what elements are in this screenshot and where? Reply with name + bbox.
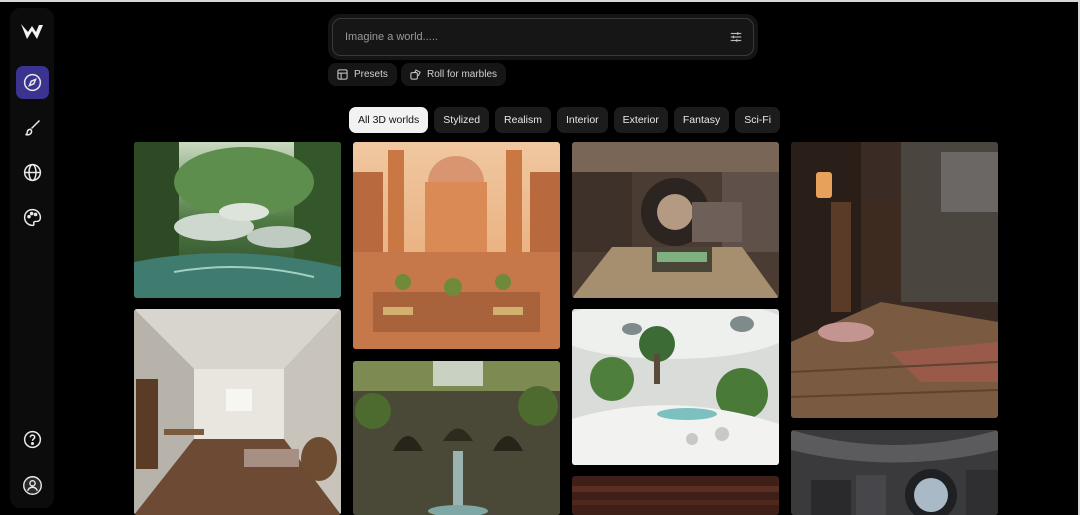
roll-for-marbles-button[interactable]: Roll for marbles (401, 63, 507, 86)
world-card-forest-lagoon[interactable] (134, 142, 341, 298)
world-card-white-garden[interactable] (572, 309, 779, 465)
roll-label: Roll for marbles (427, 69, 498, 80)
presets-button[interactable]: Presets (328, 63, 397, 86)
palette-icon (23, 208, 42, 227)
tab-fantasy[interactable]: Fantasy (673, 107, 730, 133)
sidebar (10, 8, 54, 508)
world-card-wooden-room[interactable] (572, 476, 779, 515)
tab-interior[interactable]: Interior (556, 107, 608, 133)
world-card-palace[interactable] (353, 142, 560, 349)
category-tabs: All 3D worlds Stylized Realism Interior … (349, 107, 781, 133)
layout-icon (337, 69, 348, 80)
sliders-icon[interactable] (729, 30, 743, 44)
sidebar-item-explore[interactable] (16, 66, 49, 99)
search-input[interactable] (345, 31, 729, 43)
tab-stylized[interactable]: Stylized (434, 107, 490, 133)
world-card-scifi-porthole[interactable] (791, 430, 998, 515)
paintbrush-icon (25, 119, 41, 136)
marble-logo-icon[interactable] (20, 22, 44, 42)
dice-icon (410, 69, 421, 80)
profile-button[interactable] (16, 469, 49, 502)
world-card-old-library[interactable] (791, 142, 998, 418)
compass-icon (23, 73, 42, 92)
help-icon (23, 430, 42, 449)
help-button[interactable] (16, 423, 49, 456)
world-card-circular-room[interactable] (572, 142, 779, 298)
search-box (332, 18, 754, 56)
world-card-ruins[interactable] (353, 361, 560, 515)
world-card-hallway[interactable] (134, 309, 341, 515)
user-icon (23, 476, 42, 495)
tab-exterior[interactable]: Exterior (613, 107, 668, 133)
presets-label: Presets (354, 69, 388, 80)
search-container (328, 14, 758, 60)
tab-realism[interactable]: Realism (495, 107, 551, 133)
sidebar-item-worlds[interactable] (16, 156, 49, 189)
sidebar-item-styles[interactable] (16, 201, 49, 234)
tab-sci-fi[interactable]: Sci-Fi (735, 107, 781, 133)
sidebar-item-create[interactable] (16, 111, 49, 144)
globe-icon (23, 163, 42, 182)
tab-all-3d-worlds[interactable]: All 3D worlds (349, 107, 429, 133)
